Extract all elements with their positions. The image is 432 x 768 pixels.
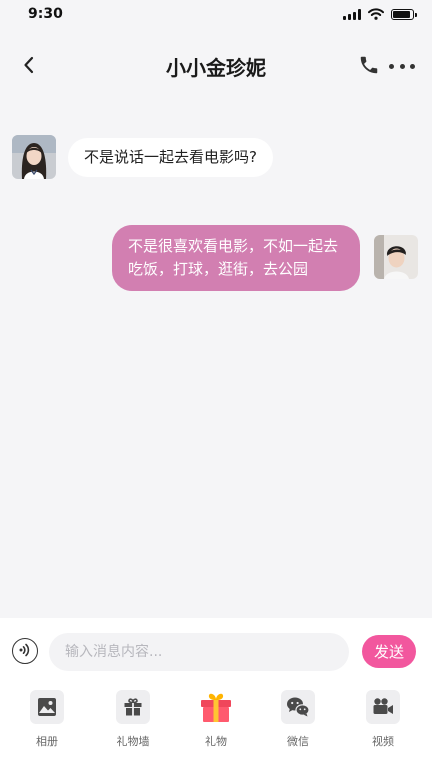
more-dot — [410, 63, 415, 69]
toolbar-item-gift[interactable]: 礼物 — [186, 690, 246, 749]
call-button[interactable] — [358, 54, 382, 78]
chat-header: 小小金珍妮 — [0, 40, 432, 90]
incoming-message-bubble[interactable]: 不是说话一起去看电影吗? — [68, 138, 273, 177]
toolbar-item-gift-wall[interactable]: 礼物墙 — [103, 690, 163, 749]
phone-icon — [360, 56, 378, 74]
more-dot — [389, 63, 394, 69]
toolbar-label: 礼物墙 — [116, 735, 150, 748]
voice-icon — [19, 643, 30, 657]
wifi-icon — [368, 8, 384, 20]
bottom-panel: 发送 相册 礼物墙 — [0, 618, 432, 768]
status-bar: 9:30 — [0, 0, 432, 30]
message-input[interactable] — [49, 633, 349, 671]
toolbar-label: 视频 — [372, 735, 394, 748]
status-icons — [343, 8, 417, 20]
status-time: 9:30 — [28, 6, 63, 22]
toolbar-item-wechat[interactable]: 微信 — [268, 690, 328, 749]
my-avatar-image — [374, 235, 418, 279]
contact-avatar-image — [12, 135, 56, 179]
wechat-icon — [287, 697, 310, 717]
gift-wall-icon — [124, 698, 142, 716]
toolbar-item-photo[interactable]: 相册 — [17, 690, 77, 749]
my-avatar[interactable] — [374, 235, 418, 279]
contact-avatar[interactable] — [12, 135, 56, 179]
toolbar-label: 相册 — [36, 735, 58, 748]
toolbar-item-video[interactable]: 视频 — [353, 690, 413, 749]
toolbar-label: 微信 — [287, 735, 309, 748]
send-button[interactable]: 发送 — [362, 635, 416, 668]
battery-icon — [391, 8, 417, 20]
more-dot — [399, 63, 405, 69]
photo-icon — [38, 698, 56, 716]
video-camera-icon — [373, 698, 393, 714]
chat-screen: 9:30 小小金珍妮 不是说话一起去看电影吗? 不是很喜欢看电影，不如一起去吃饭… — [0, 0, 432, 768]
outgoing-message-bubble[interactable]: 不是很喜欢看电影，不如一起去吃饭，打球，逛街，去公园 — [112, 225, 360, 291]
toolbar-label: 礼物 — [205, 735, 227, 748]
voice-input-button[interactable] — [12, 638, 38, 664]
gift-icon — [201, 693, 231, 722]
signal-icon — [343, 8, 361, 20]
more-options-button[interactable] — [389, 54, 415, 78]
